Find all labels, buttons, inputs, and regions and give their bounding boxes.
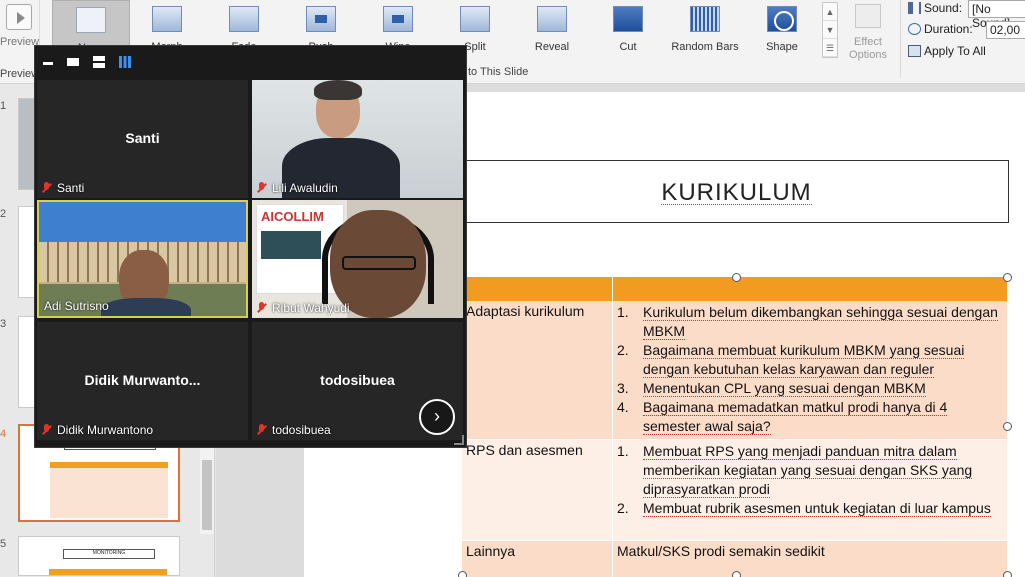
slide-thumbnail-5[interactable]: MONITORING: [18, 536, 180, 576]
gallery-scroll[interactable]: ▲ ▼ ☰: [822, 2, 838, 58]
minimize-view-icon[interactable]: [43, 62, 53, 65]
cut-icon: [613, 6, 643, 32]
muted-mic-icon: [257, 302, 267, 314]
participant-name-label: Ribut Wahyudi: [257, 301, 350, 315]
scrollbar-thumb[interactable]: [202, 460, 212, 530]
transition-reveal-button[interactable]: Reveal: [513, 4, 591, 56]
resize-handle-top[interactable]: [732, 273, 741, 282]
resize-handle-top-right[interactable]: [1003, 273, 1012, 282]
apply-to-all-button[interactable]: Apply To All: [908, 44, 986, 62]
clock-icon: [908, 23, 921, 35]
resize-handle-bottom-left[interactable]: [458, 571, 467, 577]
table-row[interactable]: RPS dan asesmen 1. Membuat RPS yang menja…: [462, 440, 1007, 540]
duration-input[interactable]: 02,00: [986, 21, 1025, 39]
slide-number: 2: [0, 208, 7, 220]
gallery-more-icon[interactable]: ☰: [823, 39, 837, 57]
muted-mic-icon: [257, 424, 267, 436]
list-item: 4. Bagaimana memadatkan matkul prodi hany…: [617, 399, 948, 435]
thumbnail-title: MONITORING: [63, 549, 155, 559]
transitions-group-label: to This Slide: [468, 66, 529, 78]
none-transition-icon: [76, 7, 106, 33]
effect-options-icon: [855, 4, 881, 28]
duration-row: Duration:: [908, 22, 973, 40]
gallery-view-icon[interactable]: [119, 56, 131, 68]
effect-options-button[interactable]: Effect Options: [842, 4, 894, 62]
curriculum-table[interactable]: Adaptasi kurikulum 1. Kurikulum belum dik…: [462, 277, 1007, 577]
list-item: 2. Bagaimana membuat kurikulum MBKM yang …: [617, 342, 965, 378]
sound-dropdown[interactable]: [No Sound]: [968, 0, 1025, 30]
row-content: 1. Membuat RPS yang menjadi panduan mitra…: [617, 442, 1005, 518]
transition-random-bars-button[interactable]: Random Bars: [666, 4, 744, 56]
thumbnail-table-body: [50, 468, 168, 518]
participant-name-label: Didik Murwantono: [42, 423, 153, 437]
list-item: 2. Membuat rubrik asesmen untuk kegiatan …: [617, 500, 991, 517]
list-item: 3. Menentukan CPL yang sesuai dengan MBKM: [617, 380, 926, 397]
table-row[interactable]: Adaptasi kurikulum 1. Kurikulum belum dik…: [462, 301, 1007, 439]
muted-mic-icon: [42, 182, 52, 194]
zoom-view-toolbar: [35, 46, 468, 78]
list-item: 1. Kurikulum belum dikembangkan sehingga …: [617, 304, 998, 340]
participant-tile[interactable]: Santi Santi: [37, 80, 248, 198]
preview-icon[interactable]: [6, 4, 32, 30]
reveal-icon: [537, 6, 567, 32]
window-resize-grip[interactable]: [454, 435, 464, 445]
row-content: 1. Kurikulum belum dikembangkan sehingga …: [617, 303, 1005, 436]
resize-handle-bottom-right[interactable]: [1003, 571, 1012, 577]
muted-mic-icon: [257, 182, 267, 194]
participant-tile[interactable]: Didik Murwanto... Didik Murwantono: [37, 322, 248, 440]
apply-all-icon: [908, 45, 921, 57]
zoom-meeting-window[interactable]: Santi Santi Lili Awaludin Adi Sutrisno A…: [34, 45, 467, 448]
chevron-up-icon[interactable]: ▲: [823, 3, 837, 21]
morph-icon: [152, 6, 182, 32]
speaker-icon: [908, 2, 921, 14]
participant-name-center: todosibuea: [320, 372, 395, 388]
participant-name-center: Didik Murwanto...: [84, 372, 201, 388]
speaker-view-icon[interactable]: [67, 58, 79, 66]
slide-title: KURIKULUM: [661, 179, 812, 206]
row-label: Lainnya: [466, 543, 516, 559]
timing-group: Sound: [No Sound] Duration: 02,00 Apply …: [908, 0, 1025, 64]
next-page-button[interactable]: ›: [419, 399, 455, 435]
thumbnail-table-header: [49, 569, 167, 575]
resize-handle-right[interactable]: [1003, 422, 1012, 431]
slide-number: 1: [0, 100, 7, 112]
participant-name-center: Santi: [125, 130, 160, 146]
participant-name-label: Santi: [42, 181, 84, 195]
slide-title-box[interactable]: KURIKULUM: [464, 160, 1009, 223]
slide-number: 3: [0, 318, 7, 330]
ribbon-divider: [900, 0, 901, 78]
participant-name-label: Lili Awaludin: [257, 181, 338, 195]
participant-tile-active-speaker[interactable]: Adi Sutrisno: [37, 200, 248, 318]
sound-row: Sound:: [908, 1, 962, 19]
split-icon: [460, 6, 490, 32]
fade-icon: [229, 6, 259, 32]
row-content: Matkul/SKS prodi semakin sedikit: [617, 543, 825, 559]
slide-number: 4: [0, 428, 7, 440]
shape-icon: [767, 6, 797, 32]
resize-handle-bottom[interactable]: [732, 571, 741, 577]
row-label: RPS dan asesmen: [466, 442, 583, 458]
push-icon: [306, 6, 336, 32]
wipe-icon: [383, 6, 413, 32]
participant-tile[interactable]: AICOLLIM Ribut Wahyudi: [252, 200, 463, 318]
participant-tile[interactable]: Lili Awaludin: [252, 80, 463, 198]
muted-mic-icon: [42, 424, 52, 436]
participant-name-label: Adi Sutrisno: [44, 299, 109, 313]
row-label: Adaptasi kurikulum: [466, 303, 585, 319]
transition-shape-button[interactable]: Shape: [743, 4, 821, 56]
random-bars-icon: [690, 6, 720, 32]
list-item: 1. Membuat RPS yang menjadi panduan mitra…: [617, 443, 973, 498]
chevron-down-icon[interactable]: ▼: [823, 21, 837, 39]
strip-view-icon[interactable]: [93, 56, 105, 68]
slide-number: 5: [0, 538, 7, 550]
participant-name-label: todosibuea: [257, 423, 331, 437]
transition-cut-button[interactable]: Cut: [589, 4, 667, 56]
